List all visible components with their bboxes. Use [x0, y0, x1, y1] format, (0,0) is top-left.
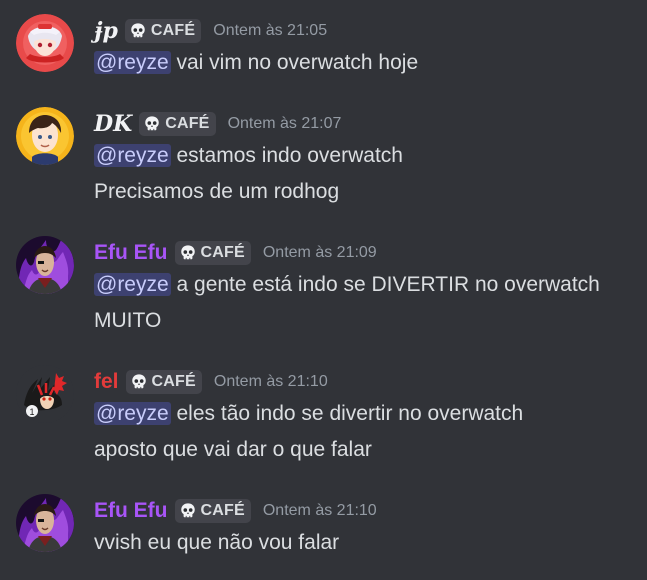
- user-avatar[interactable]: [16, 494, 74, 552]
- message-content: @reyze eles tão indo se divertir no over…: [94, 399, 523, 429]
- server-tag-label: CAFÉ: [165, 115, 210, 132]
- message-content: vvish eu que não vou falar: [94, 528, 339, 558]
- server-tag[interactable]: CAFÉ: [125, 370, 202, 394]
- anime-girl-red-avatar: [16, 14, 74, 72]
- server-tag-label: CAFÉ: [200, 502, 245, 519]
- server-tag[interactable]: CAFÉ: [139, 112, 216, 136]
- purple-fire-avatar: [16, 494, 74, 552]
- user-avatar[interactable]: [16, 107, 74, 165]
- server-tag[interactable]: CAFÉ: [174, 499, 251, 523]
- svg-text:1: 1: [29, 407, 34, 417]
- message-text: MUITO: [94, 309, 162, 332]
- message-timestamp: Ontem às 21:10: [213, 373, 328, 390]
- message-content: @reyze vai vim no overwatch hoje: [94, 48, 418, 78]
- skull-icon: [179, 502, 197, 520]
- user-avatar[interactable]: [16, 14, 74, 72]
- user-mention[interactable]: @reyze: [94, 402, 171, 425]
- message-text: aposto que vai dar o que falar: [94, 438, 372, 461]
- skull-icon: [129, 22, 147, 40]
- message-header: DK CAFÉ Ontem às 21:07: [94, 110, 341, 138]
- message-content: aposto que vai dar o que falar: [94, 435, 372, 465]
- message-text: a gente está indo se DIVERTIR no overwat…: [170, 273, 600, 296]
- message-timestamp: Ontem às 21:09: [262, 244, 377, 261]
- message: Efu Efu CAFÉ Ontem às 21:10 vvish eu que…: [0, 494, 647, 564]
- user-mention[interactable]: @reyze: [94, 273, 171, 296]
- username[interactable]: DK: [94, 110, 132, 138]
- message-header: Efu Efu CAFÉ Ontem às 21:09: [94, 239, 377, 267]
- server-tag-label: CAFÉ: [151, 373, 196, 390]
- message-text: Precisamos de um rodhog: [94, 180, 340, 203]
- message-text: vai vim no overwatch hoje: [170, 51, 419, 74]
- black-hedgehog-avatar: 1: [16, 365, 74, 423]
- message-text: eles tão indo se divertir no overwatch: [170, 402, 524, 425]
- message-header: Efu Efu CAFÉ Ontem às 21:10: [94, 497, 377, 525]
- server-tag-label: CAFÉ: [150, 22, 196, 39]
- anime-boy-yellow-avatar: [16, 107, 74, 165]
- message-content: MUITO: [94, 306, 161, 336]
- skull-icon: [179, 244, 197, 262]
- message-text: vvish eu que não vou falar: [94, 531, 340, 554]
- server-tag[interactable]: CAFÉ: [124, 19, 202, 43]
- server-tag-label: CAFÉ: [200, 244, 245, 261]
- skull-icon: [130, 373, 148, 391]
- message: DK CAFÉ Ontem às 21:07 @reyze estamos in…: [0, 107, 647, 211]
- username[interactable]: Efu Efu: [94, 239, 168, 267]
- message-content: Precisamos de um rodhog: [94, 177, 339, 207]
- purple-fire-avatar: [16, 236, 74, 294]
- skull-icon: [143, 115, 161, 133]
- username[interactable]: ɉp: [94, 17, 118, 45]
- message-content: @reyze a gente está indo se DIVERTIR no …: [94, 270, 600, 300]
- user-avatar[interactable]: [16, 236, 74, 294]
- message-text: estamos indo overwatch: [170, 144, 403, 167]
- server-tag[interactable]: CAFÉ: [174, 241, 251, 265]
- message: ɉp CAFÉ Ontem às 21:05 @reyze vai vim no…: [0, 14, 647, 84]
- message-timestamp: Ontem às 21:05: [213, 22, 328, 39]
- message-header: fel CAFÉ Ontem às 21:10: [94, 368, 328, 396]
- message-timestamp: Ontem às 21:10: [262, 502, 377, 519]
- message: 1 fel CAFÉ Ontem às 21:10 @reyze eles tã…: [0, 365, 647, 469]
- user-avatar[interactable]: 1: [16, 365, 74, 423]
- chat-message-list: ɉp CAFÉ Ontem às 21:05 @reyze vai vim no…: [0, 0, 647, 580]
- message: Efu Efu CAFÉ Ontem às 21:09 @reyze a gen…: [0, 236, 647, 340]
- message-header: ɉp CAFÉ Ontem às 21:05: [94, 17, 327, 45]
- username[interactable]: fel: [94, 368, 119, 396]
- message-timestamp: Ontem às 21:07: [227, 115, 342, 132]
- user-mention[interactable]: @reyze: [94, 144, 171, 167]
- user-mention[interactable]: @reyze: [94, 51, 171, 74]
- username[interactable]: Efu Efu: [94, 497, 168, 525]
- message-content: @reyze estamos indo overwatch: [94, 141, 403, 171]
